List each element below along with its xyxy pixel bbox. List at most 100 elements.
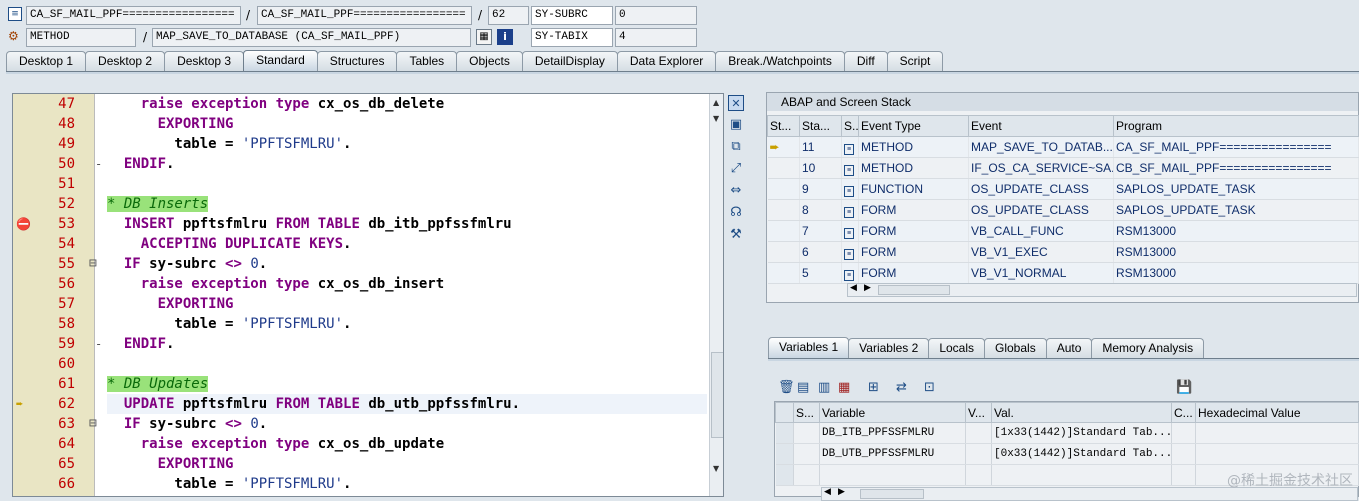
tab-data-explorer[interactable]: Data Explorer (616, 51, 717, 71)
hierarchy-icon[interactable]: ⊞ (868, 379, 879, 397)
tab-structures[interactable]: Structures (316, 51, 398, 71)
row-selector[interactable] (775, 443, 794, 465)
empty-cell[interactable] (991, 464, 1172, 486)
stack-col-3[interactable]: Event Type (858, 115, 969, 137)
variable-row[interactable]: DB_ITB_PPFSSFMLRU [1x33(1442)]Standard Ta… (775, 422, 1359, 444)
event-kind-field[interactable]: METHOD (26, 28, 136, 47)
code-line[interactable]: 52 * DB Inserts (13, 194, 709, 214)
goto-icon[interactable]: ⊡ (924, 379, 935, 397)
close-icon[interactable]: ✕ (728, 95, 744, 111)
var-col-4[interactable]: C... (1171, 402, 1196, 423)
stack-col-2[interactable]: S... (841, 115, 859, 137)
tab-standard[interactable]: Standard (243, 50, 318, 71)
disk-icon[interactable]: 💾 (1176, 379, 1192, 397)
var-tab-auto[interactable]: Auto (1045, 338, 1093, 358)
navigate-icon[interactable]: ▦ (476, 29, 492, 45)
stack-row[interactable]: 8 ≡ FORM OS_UPDATE_CLASS SAPLOS_UPDATE_TASK (767, 199, 1359, 221)
transfer-icon[interactable]: ⇄ (896, 379, 907, 397)
var-select-col[interactable] (775, 402, 794, 423)
tab-desktop-3[interactable]: Desktop 3 (164, 51, 245, 71)
code-line[interactable]: 66 table = 'PPFTSFMLRU'. (13, 474, 709, 494)
tab-desktop-2[interactable]: Desktop 2 (85, 51, 166, 71)
code-line[interactable]: 58 table = 'PPFTSFMLRU'. (13, 314, 709, 334)
var-tab-globals[interactable]: Globals (984, 338, 1047, 358)
headset-icon[interactable]: ☊ (728, 205, 744, 221)
var-tab-memory-analysis[interactable]: Memory Analysis (1091, 338, 1205, 358)
event-name-field[interactable]: MAP_SAVE_TO_DATABASE (CA_SF_MAIL_PPF) (152, 28, 471, 47)
empty-cell[interactable] (965, 464, 992, 486)
var-col-2[interactable]: V... (965, 402, 992, 423)
code-line[interactable]: 57 EXPORTING (13, 294, 709, 314)
tab-objects[interactable]: Objects (456, 51, 523, 71)
var-col-5[interactable]: Hexadecimal Value (1195, 402, 1359, 423)
code-line[interactable]: 54 ACCEPTING DUPLICATE KEYS. (13, 234, 709, 254)
empty-cell[interactable] (793, 464, 820, 486)
stack-col-4[interactable]: Event (968, 115, 1114, 137)
code-line[interactable]: 51 (13, 174, 709, 194)
stack-row[interactable]: 7 ≡ FORM VB_CALL_FUNC RSM13000 (767, 220, 1359, 242)
code-line[interactable]: 49 table = 'PPFTSFMLRU'. (13, 134, 709, 154)
stack-row[interactable]: 5 ≡ FORM VB_V1_NORMAL RSM13000 (767, 262, 1359, 284)
stack-horizontal-scrollbar[interactable]: ◀ ▶ (847, 283, 1357, 297)
code-line[interactable]: 53 INSERT ppftsfmlru FROM TABLE db_itb_p… (13, 214, 709, 234)
empty-cell[interactable] (819, 464, 966, 486)
sysvar2-value-field[interactable]: 4 (615, 28, 697, 47)
tab-diff[interactable]: Diff (843, 51, 888, 71)
variable-name[interactable]: DB_UTB_PPFSSFMLRU (819, 443, 966, 465)
editor-vertical-scrollbar[interactable]: ▲ ▼ ▼ (709, 94, 723, 496)
code-line[interactable]: 56 raise exception type cx_os_db_insert (13, 274, 709, 294)
code-line[interactable]: 55 IF sy-subrc <> 0. ⊟ (13, 254, 709, 274)
sysvar1-value-field[interactable]: 0 (615, 6, 697, 25)
code-line[interactable]: 61 * DB Updates (13, 374, 709, 394)
variable-row[interactable]: DB_UTB_PPFSSFMLRU [0x33(1442)]Standard Ta… (775, 443, 1359, 465)
stack-col-0[interactable]: St... (767, 115, 800, 137)
tab-detaildisplay[interactable]: DetailDisplay (521, 51, 618, 71)
load-icon[interactable]: ▤ (797, 379, 809, 397)
save-vars-icon[interactable]: ▥ (818, 379, 830, 397)
source-code-editor[interactable]: 47 raise exception type cx_os_db_delete 4… (12, 93, 724, 497)
code-line[interactable]: 65 EXPORTING (13, 454, 709, 474)
new-tool-icon[interactable]: ▣ (728, 117, 744, 133)
tab-break-watchpoints[interactable]: Break./Watchpoints (715, 51, 845, 71)
code-line[interactable]: 64 raise exception type cx_os_db_update (13, 434, 709, 454)
variable-name[interactable]: DB_ITB_PPFSSFMLRU (819, 422, 966, 444)
stack-row[interactable]: 10 ≡ METHOD IF_OS_CA_SERVICE~SA... CB_SF_MAI… (767, 157, 1359, 179)
code-line[interactable]: 50 ENDIF. - (13, 154, 709, 174)
stack-row[interactable]: ➨ 11 ≡ METHOD MAP_SAVE_TO_DATAB... CA_SF_MAIL… (767, 136, 1359, 158)
maximize-icon[interactable]: ⤢ (728, 161, 744, 177)
code-line[interactable]: 59 ENDIF. - (13, 334, 709, 354)
include-field[interactable]: CA_SF_MAIL_PPF================= (257, 6, 472, 25)
export-icon[interactable]: ▦ (838, 379, 850, 397)
tab-tables[interactable]: Tables (396, 51, 458, 71)
services-icon[interactable]: ⚒ (728, 227, 744, 243)
row-selector[interactable] (775, 422, 794, 444)
var-col-0[interactable]: S... (793, 402, 820, 423)
tab-script[interactable]: Script (886, 51, 944, 71)
sysvar1-name-field[interactable]: SY-SUBRC (531, 6, 613, 25)
var-col-1[interactable]: Variable (819, 402, 966, 423)
stack-row[interactable]: 6 ≡ FORM VB_V1_EXEC RSM13000 (767, 241, 1359, 263)
program-field[interactable]: CA_SF_MAIL_PPF================= (26, 6, 241, 25)
code-line[interactable]: 63 IF sy-subrc <> 0. ⊟ (13, 414, 709, 434)
code-line[interactable]: 62 UPDATE ppftsfmlru FROM TABLE db_utb_p… (13, 394, 709, 414)
line-field[interactable]: 62 (488, 6, 529, 25)
stack-col-5[interactable]: Program (1113, 115, 1359, 137)
delete-icon[interactable]: 🗑 (778, 379, 795, 397)
breakpoint-icon[interactable]: ⛔ (16, 214, 31, 234)
replace-tool-icon[interactable]: ⧉ (728, 139, 744, 155)
tab-desktop-1[interactable]: Desktop 1 (6, 51, 87, 71)
var-tab-variables-1[interactable]: Variables 1 (768, 337, 850, 358)
var-tab-locals[interactable]: Locals (928, 338, 985, 358)
var-tab-variables-2[interactable]: Variables 2 (848, 338, 930, 358)
sysvar2-name-field[interactable]: SY-TABIX (531, 28, 613, 47)
stack-col-1[interactable]: Sta... (799, 115, 842, 137)
collapse-icon[interactable]: ⊟ (89, 254, 97, 274)
stack-row[interactable]: 9 ≡ FUNCTION OS_UPDATE_CLASS SAPLOS_UPDATE_T… (767, 178, 1359, 200)
info-icon[interactable]: i (497, 29, 513, 45)
code-line[interactable]: 48 EXPORTING (13, 114, 709, 134)
row-selector[interactable] (775, 464, 794, 486)
code-line[interactable]: 60 (13, 354, 709, 374)
var-col-3[interactable]: Val. (991, 402, 1172, 423)
code-line[interactable]: 47 raise exception type cx_os_db_delete (13, 94, 709, 114)
collapse-icon[interactable]: ⊟ (89, 414, 97, 434)
